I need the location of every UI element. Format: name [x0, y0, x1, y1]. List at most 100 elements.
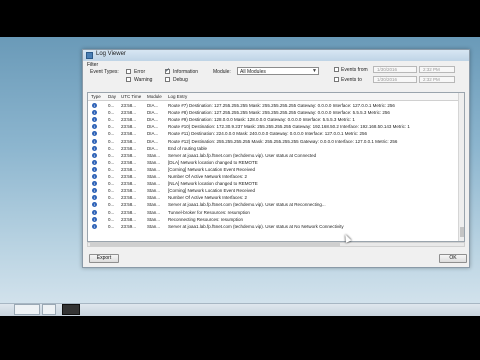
column-header-log-entry[interactable]: Log Entry: [168, 94, 187, 99]
cell-utc-time: 23:58...: [121, 188, 137, 194]
debug-checkbox[interactable]: [165, 77, 170, 82]
taskbar-item-active[interactable]: [62, 304, 80, 315]
cell-module: Stan...: [147, 174, 161, 179]
filter-section-label: Filter: [87, 62, 99, 68]
events-from-label: Events from: [341, 67, 368, 73]
events-to-date-value: 1/30/2016: [377, 77, 398, 82]
cell-day: 0...: [108, 174, 115, 179]
vertical-scrollbar[interactable]: [458, 93, 464, 241]
table-row[interactable]: i 0... 23:59... Stan... Server at joaa1.lab.…: [88, 223, 458, 230]
info-icon: i: [92, 103, 97, 108]
table-row[interactable]: i 0... 23:58... Stan... [Corning] Network Lo…: [88, 166, 458, 173]
info-icon: i: [92, 159, 97, 165]
horizontal-scrollbar[interactable]: [87, 242, 465, 247]
cell-module: Stan...: [147, 216, 161, 222]
cell-module: Stan...: [147, 209, 161, 215]
events-from-checkbox[interactable]: [334, 67, 339, 72]
table-row[interactable]: i 0... 23:58... Stan... Server at joaa1.lab.…: [88, 152, 458, 159]
table-row[interactable]: i 0... 23:58... DIA... End of routing table: [88, 145, 458, 152]
export-button[interactable]: Export: [89, 254, 119, 263]
events-from-date[interactable]: 1/30/2016: [373, 66, 417, 73]
cell-day: 0...: [108, 216, 115, 222]
app-icon: [86, 52, 93, 59]
cell-module: DIA...: [147, 110, 159, 116]
table-row[interactable]: i 0... 23:58... DIA... Route #9) Destination…: [88, 116, 458, 123]
module-dropdown[interactable]: All Modules ▼: [237, 67, 319, 75]
column-header-type[interactable]: Type: [91, 94, 101, 99]
cell-day: 0...: [108, 188, 115, 194]
events-from-date-value: 1/30/2016: [377, 67, 398, 72]
cell-day: 0...: [108, 202, 115, 208]
events-from-time-value: 2:32 PM: [423, 67, 440, 72]
table-row[interactable]: i 0... 23:58... DIA... Route #11) Destinatio…: [88, 130, 458, 137]
events-to-time[interactable]: 2:32 PM: [419, 76, 455, 83]
info-icon: i: [92, 145, 97, 151]
taskbar-item[interactable]: [14, 304, 40, 315]
cell-utc-time: 23:59...: [121, 223, 137, 229]
info-icon: i: [92, 138, 97, 144]
taskbar-item[interactable]: [42, 304, 56, 315]
table-row[interactable]: i 0... 23:58... Stan... Number Of Active Net…: [88, 194, 458, 201]
cell-log-entry: Tunnel-broker for Resources: resumption: [168, 209, 250, 215]
cell-log-entry: [Corning] Network Location Event Receive…: [168, 166, 256, 172]
cell-day: 0...: [108, 110, 115, 116]
cell-log-entry: Server at joaa1.lab.fp.f5net.com (techde…: [168, 223, 344, 229]
info-icon: i: [92, 181, 97, 187]
log-table-header: Type Day UTC Time Module Log Entry: [88, 93, 464, 101]
log-table[interactable]: Type Day UTC Time Module Log Entry i 0...…: [87, 92, 465, 242]
table-row[interactable]: i 0... 23:58... Stan... Reconnecting Resourc…: [88, 216, 458, 223]
cell-log-entry: End of routing table: [168, 145, 208, 151]
title-bar[interactable]: Log Viewer: [83, 50, 469, 61]
cell-day: 0...: [108, 145, 115, 151]
event-types-label: Event Types:: [90, 69, 119, 75]
cell-log-entry: Route #8) Destination: 127.255.255.255 M…: [168, 110, 390, 116]
cell-utc-time: 23:58...: [121, 159, 137, 165]
events-to-label: Events to: [341, 77, 362, 83]
events-to-date[interactable]: 1/30/2016: [373, 76, 417, 83]
cell-module: DIA...: [147, 138, 159, 144]
cell-utc-time: 23:58...: [121, 103, 137, 108]
column-header-module[interactable]: Module: [147, 94, 162, 99]
cell-module: Stan...: [147, 152, 161, 158]
info-icon: i: [92, 195, 97, 201]
cell-utc-time: 23:58...: [121, 195, 137, 201]
table-row[interactable]: i 0... 23:58... Stan... Number Of Active Net…: [88, 173, 458, 180]
cell-module: Stan...: [147, 166, 161, 172]
column-header-utc-time[interactable]: UTC Time: [121, 94, 141, 99]
events-from-time[interactable]: 2:32 PM: [419, 66, 455, 73]
chevron-down-icon: ▼: [312, 68, 317, 74]
table-row[interactable]: i 0... 23:58... DIA... Route #7) Destination…: [88, 102, 458, 109]
error-checkbox[interactable]: [126, 69, 131, 74]
table-row[interactable]: i 0... 23:58... Stan... [DLA] Network locati…: [88, 159, 458, 166]
cell-log-entry: Number Of Active Network Interfaces: 2: [168, 174, 248, 179]
error-label: Error: [134, 69, 146, 75]
cell-utc-time: 23:58...: [121, 131, 137, 137]
horizontal-scrollbar-thumb[interactable]: [90, 243, 340, 246]
vertical-scrollbar-thumb[interactable]: [460, 227, 464, 237]
table-row[interactable]: i 0... 23:58... DIA... Route #10) Destinatio…: [88, 123, 458, 130]
info-icon: i: [92, 117, 97, 123]
warning-label: Warning: [134, 77, 153, 83]
info-icon: i: [92, 188, 97, 194]
table-row[interactable]: i 0... 23:58... Stan... Server at joaa1.lab.…: [88, 201, 458, 208]
table-row[interactable]: i 0... 23:58... DIA... Route #12) Destinatio…: [88, 138, 458, 145]
warning-checkbox[interactable]: [126, 77, 131, 82]
events-to-time-value: 2:32 PM: [423, 77, 440, 82]
cell-utc-time: 23:58...: [121, 216, 137, 222]
table-row[interactable]: i 0... 23:58... DIA... Route #8) Destination…: [88, 109, 458, 116]
cell-module: DIA...: [147, 131, 159, 137]
cell-day: 0...: [108, 166, 115, 172]
table-row[interactable]: i 0... 23:58... Stan... [Corning] Network Lo…: [88, 187, 458, 194]
cell-log-entry: [NLA] Network location changed to REMOTE: [168, 181, 258, 187]
cell-utc-time: 23:58...: [121, 138, 137, 144]
cell-utc-time: 23:58...: [121, 181, 137, 187]
table-row[interactable]: i 0... 23:58... Stan... Tunnel-broker for Re…: [88, 209, 458, 216]
information-checkbox[interactable]: [165, 67, 170, 74]
column-header-day[interactable]: Day: [108, 94, 116, 99]
cell-utc-time: 23:58...: [121, 174, 137, 179]
table-row[interactable]: i 0... 23:58... Stan... [NLA] Network locati…: [88, 180, 458, 187]
cell-log-entry: Number Of Active Network Interfaces: 2: [168, 195, 248, 201]
info-icon: i: [92, 124, 97, 130]
ok-button[interactable]: OK: [439, 254, 467, 263]
events-to-checkbox[interactable]: [334, 77, 339, 82]
